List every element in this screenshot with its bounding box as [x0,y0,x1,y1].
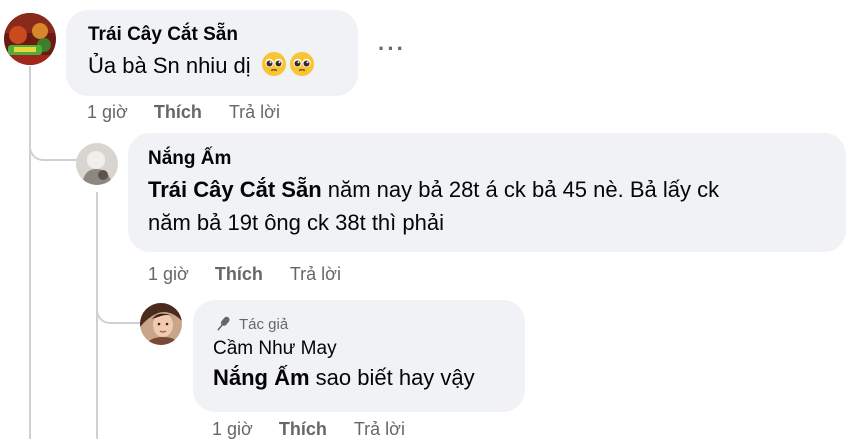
comment-text: Ủa bà Sn nhiu dị [88,49,358,82]
microphone-icon [217,316,230,331]
thread-line-main [29,66,31,439]
comment-bubble: Trái Cây Cắt Sẵn Ủa bà Sn nhiu dị [66,10,358,96]
comment-text: Nắng Ấm sao biết hay vậy [213,361,525,394]
mention-link[interactable]: Nắng Ấm [213,365,310,390]
comment-author[interactable]: Nắng Ấm [148,147,846,171]
comment-actions: 1 giờ Thích Trả lời [212,418,405,439]
comment-actions: 1 giờ Thích Trả lời [148,263,341,285]
avatar[interactable] [76,143,118,185]
more-options-icon[interactable]: ··· [378,36,406,62]
comment-time[interactable]: 1 giờ [87,101,128,123]
thread-curve-reply-2 [96,292,142,324]
comment-time[interactable]: 1 giờ [148,263,189,285]
comment-body-line1: năm nay bả 28t á ck bả 45 nè. Bả lấy ck [321,177,720,202]
like-button[interactable]: Thích [279,418,327,439]
avatar[interactable] [4,13,56,65]
like-button[interactable]: Thích [215,263,263,285]
comment-body-line2: năm bả 19t ông ck 38t thì phải [148,210,444,235]
comment-time[interactable]: 1 giờ [212,418,253,439]
mention-link[interactable]: Trái Cây Cắt Sẵn [148,177,322,202]
reply-button[interactable]: Trả lời [290,263,341,285]
comment-author[interactable]: Trái Cây Cắt Sẵn [88,23,358,47]
comment-body: sao biết hay vậy [309,365,475,390]
author-badge: Tác giả [213,314,525,334]
comment-bubble: Tác giả Cầm Như May Nắng Ấm sao biết hay… [193,300,525,412]
comment-text: Trái Cây Cắt Sẵn năm nay bả 28t á ck bả … [148,173,846,239]
author-badge-label: Tác giả [239,315,289,333]
thread-curve-reply-1 [29,128,77,161]
reply-button[interactable]: Trả lời [354,418,405,439]
avatar[interactable] [140,303,182,345]
comment-body: Ủa bà Sn nhiu dị [88,53,251,78]
pleading-face-emoji-icon [261,51,315,77]
like-button[interactable]: Thích [154,101,202,123]
comment-author[interactable]: Cầm Như May [213,337,525,361]
comment-bubble: Nắng Ấm Trái Cây Cắt Sẵn năm nay bả 28t … [128,133,846,252]
reply-button[interactable]: Trả lời [229,101,280,123]
comment-actions: 1 giờ Thích Trả lời [87,101,280,123]
comment-thread: Trái Cây Cắt Sẵn Ủa bà Sn nhiu dị ··· 1 … [0,0,864,439]
